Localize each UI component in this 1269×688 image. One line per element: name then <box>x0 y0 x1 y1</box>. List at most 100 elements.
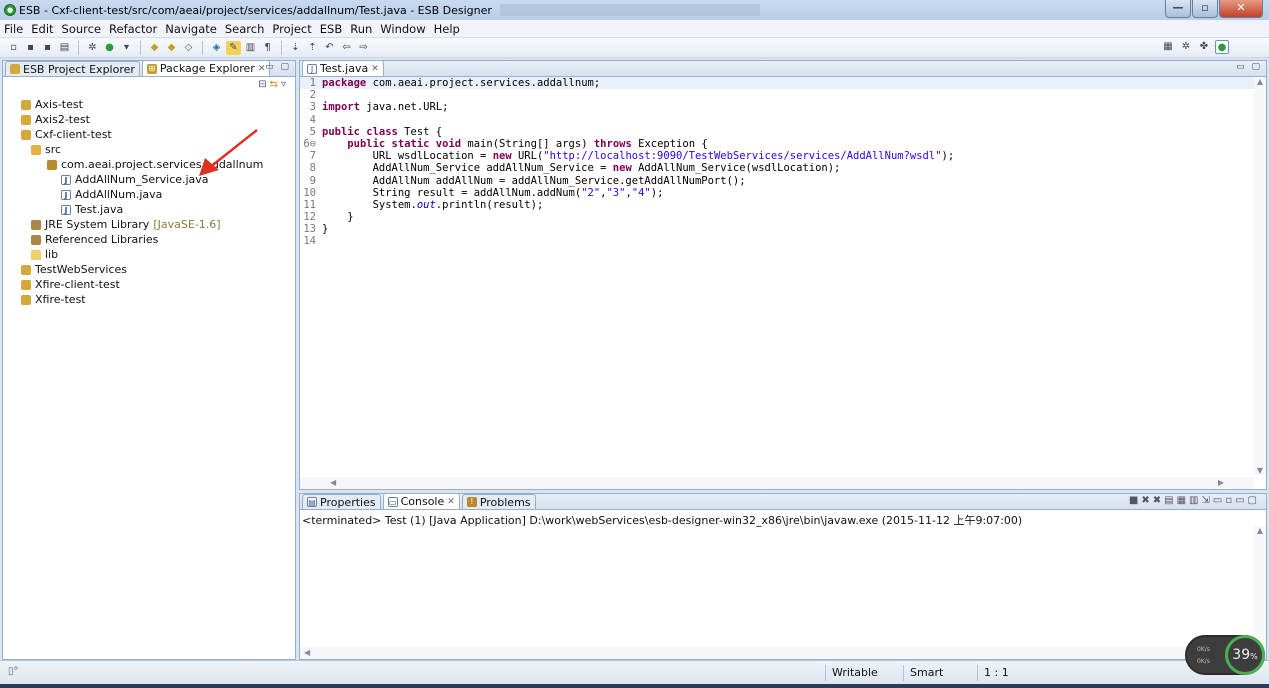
last-edit-icon[interactable]: ↶ <box>322 41 337 55</box>
word-wrap-icon[interactable]: ▥ <box>1189 495 1201 506</box>
tree-item-addallnum-java[interactable]: J AddAllNum.java <box>61 187 263 202</box>
fast-view-icon[interactable]: ▯° <box>8 666 19 677</box>
new-icon[interactable]: ▫ <box>6 41 21 55</box>
editor-horizontal-scrollbar[interactable]: ◀ ▶ <box>300 477 1254 489</box>
scroll-left-icon[interactable]: ◀ <box>330 478 336 487</box>
code-editor[interactable]: 1 package com.aeai.project.services.addal… <box>300 77 1254 475</box>
network-speed-widget[interactable]: 0K/s 0K/s 39% <box>1185 635 1265 675</box>
debug-perspective-icon[interactable]: ✲ <box>1179 40 1193 54</box>
close-button[interactable]: ✕ <box>1219 0 1263 18</box>
new-class-icon[interactable]: ◇ <box>181 41 196 55</box>
menu-window[interactable]: Window <box>376 22 429 36</box>
forward-icon[interactable]: ⇨ <box>356 41 371 55</box>
block-selection-icon[interactable]: ¶ <box>260 41 275 55</box>
scroll-right-icon[interactable]: ▶ <box>1218 478 1224 487</box>
code-line[interactable]: 13} <box>300 223 1254 235</box>
java-file-icon: J <box>61 189 71 200</box>
menu-help[interactable]: Help <box>430 22 464 36</box>
code-line[interactable]: 1 package com.aeai.project.services.addal… <box>300 77 1254 90</box>
code-line[interactable]: 9 AddAllNum addAllNum = addAllNum_Servic… <box>300 175 1254 187</box>
tree-item-xfire-test[interactable]: Xfire-test <box>21 292 263 307</box>
tree-item-lib[interactable]: lib <box>31 247 263 262</box>
code-line[interactable]: 6⊖ public static void main(String[] args… <box>300 138 1254 150</box>
code-line[interactable]: 2 <box>300 89 1254 101</box>
menu-search[interactable]: Search <box>221 22 269 36</box>
scroll-down-icon[interactable]: ▼ <box>1254 466 1266 475</box>
show-whitespace-icon[interactable]: ▥ <box>243 41 258 55</box>
code-token: ); <box>650 186 664 199</box>
java-perspective-icon[interactable]: ● <box>1215 40 1229 54</box>
editor-vertical-scrollbar[interactable]: ▲ ▼ <box>1254 77 1266 475</box>
new-java-project-icon[interactable]: ◆ <box>147 41 162 55</box>
open-perspective-icon[interactable]: ▦ <box>1161 40 1175 54</box>
code-line[interactable]: 4 <box>300 114 1254 126</box>
close-icon[interactable]: ✕ <box>371 64 379 74</box>
tree-item-xfire-client-test[interactable]: Xfire-client-test <box>21 277 263 292</box>
scroll-up-icon[interactable]: ▲ <box>1254 77 1266 86</box>
new-package-icon[interactable]: ◆ <box>164 41 179 55</box>
display-console-icon[interactable]: ▭ <box>1213 495 1225 506</box>
memory-usage-ring: 39% <box>1225 635 1265 675</box>
close-icon[interactable]: ✕ <box>447 497 455 507</box>
code-line[interactable]: 12 } <box>300 211 1254 223</box>
code-line[interactable]: 8 AddAllNum_Service addAllNum_Service = … <box>300 162 1254 174</box>
tab-esb-project-explorer[interactable]: ESB Project Explorer <box>5 61 140 76</box>
tree-item-testwebservices[interactable]: TestWebServices <box>21 262 263 277</box>
collapse-all-icon[interactable]: ⊟ <box>258 79 269 90</box>
console-horizontal-scrollbar[interactable]: ◀ <box>300 647 1254 659</box>
menu-run[interactable]: Run <box>346 22 376 36</box>
tab-package-explorer[interactable]: ⊞ Package Explorer ✕ <box>141 60 271 76</box>
open-console-icon[interactable]: ▫ <box>1225 495 1235 506</box>
open-type-icon[interactable]: ◈ <box>209 41 224 55</box>
debug-icon[interactable]: ✲ <box>85 41 100 55</box>
code-token: "http://localhost:9090/TestWebServices/s… <box>543 150 942 163</box>
toggle-mark-occurrences-icon[interactable]: ✎ <box>226 40 241 55</box>
tree-item-test-java[interactable]: J Test.java <box>61 202 263 217</box>
pin-console-icon[interactable]: ⇲ <box>1201 495 1212 506</box>
esb-perspective-icon[interactable]: ✤ <box>1197 40 1211 54</box>
menu-navigate[interactable]: Navigate <box>161 22 221 36</box>
terminate-icon[interactable]: ■ <box>1129 495 1141 506</box>
scroll-lock-icon[interactable]: ▦ <box>1177 495 1189 506</box>
external-tools-icon[interactable]: ▾ <box>119 41 134 55</box>
save-all-icon[interactable]: ▪ <box>40 41 55 55</box>
tree-item-axis2-test[interactable]: Axis2-test <box>21 112 263 127</box>
run-icon[interactable]: ● <box>102 41 117 55</box>
link-with-editor-icon[interactable]: ⇆ <box>270 79 281 90</box>
code-line[interactable]: 5 public class Test { <box>300 126 1254 138</box>
tab-properties[interactable]: ▤ Properties <box>302 494 381 509</box>
tab-problems[interactable]: ! Problems <box>461 494 536 509</box>
view-minmax-icons[interactable]: ▭ ▢ <box>265 62 291 72</box>
menu-esb[interactable]: ESB <box>316 22 346 36</box>
tree-item-axis-test[interactable]: Axis-test <box>21 97 263 112</box>
view-menu-icon[interactable]: ▿ <box>281 79 289 90</box>
menu-file[interactable]: File <box>0 22 27 36</box>
save-icon[interactable]: ▪ <box>23 41 38 55</box>
menu-refactor[interactable]: Refactor <box>105 22 161 36</box>
minmax-icon[interactable]: ▭▢ <box>1235 495 1260 506</box>
editor-minmax-icons[interactable]: ▭ ▢ <box>1236 62 1262 72</box>
remove-all-icon[interactable]: ✖ <box>1153 495 1164 506</box>
remove-launch-icon[interactable]: ✖ <box>1141 495 1152 506</box>
next-annotation-icon[interactable]: ⇣ <box>288 41 303 55</box>
menu-edit[interactable]: Edit <box>27 22 57 36</box>
code-line[interactable]: 11 System.out.println(result); <box>300 199 1254 211</box>
scroll-left-icon[interactable]: ◀ <box>304 648 310 657</box>
scroll-up-icon[interactable]: ▲ <box>1254 526 1266 535</box>
code-line[interactable]: 10 String result = addAllNum.addNum("2",… <box>300 187 1254 199</box>
tree-item-referenced-libraries[interactable]: Referenced Libraries <box>31 232 263 247</box>
menu-project[interactable]: Project <box>268 22 315 36</box>
menu-source[interactable]: Source <box>58 22 106 36</box>
clear-console-icon[interactable]: ▤ <box>1164 495 1176 506</box>
minimize-button[interactable]: — <box>1165 0 1191 18</box>
tree-item-jre-system-library[interactable]: JRE System Library [JavaSE-1.6] <box>31 217 263 232</box>
code-line[interactable]: 3 import java.net.URL; <box>300 101 1254 113</box>
code-line[interactable]: 7 URL wsdlLocation = new URL("http://loc… <box>300 150 1254 162</box>
previous-annotation-icon[interactable]: ⇡ <box>305 41 320 55</box>
back-icon[interactable]: ⇦ <box>339 41 354 55</box>
code-line[interactable]: 14 <box>300 235 1254 247</box>
tab-test-java[interactable]: J Test.java ✕ <box>302 60 384 76</box>
tab-console[interactable]: ▭ Console ✕ <box>382 493 460 509</box>
print-icon[interactable]: ▤ <box>57 41 72 55</box>
maximize-button[interactable]: ▫ <box>1192 0 1218 18</box>
